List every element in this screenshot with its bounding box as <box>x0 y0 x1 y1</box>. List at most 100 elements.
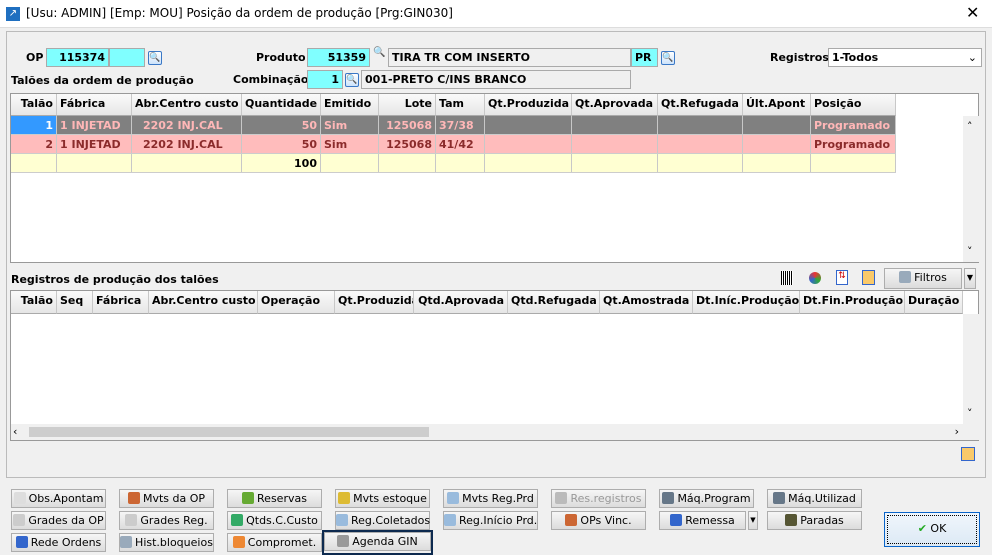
ok-label: OK <box>930 522 947 535</box>
column-header[interactable]: Qt.Amostrada <box>600 291 693 314</box>
table-cell <box>658 154 743 172</box>
table-cell: 2202 INJ.CAL <box>132 116 242 134</box>
button-icon <box>670 514 683 526</box>
column-header[interactable]: Abr.Centro custo <box>149 291 258 314</box>
taloes-scrollbar[interactable]: ˄ ˅ <box>963 116 979 262</box>
remessa-button[interactable]: Remessa <box>659 511 746 530</box>
registros-select[interactable]: 1-Todos ⌄ <box>828 48 982 67</box>
grades-reg-button[interactable]: Grades Reg. <box>119 511 214 530</box>
column-header[interactable]: Dt.Iníc.Produção <box>693 291 800 314</box>
column-header[interactable]: Qt.Produzida <box>335 291 414 314</box>
filtros-dropdown[interactable]: ▼ <box>964 268 976 289</box>
hist-bloqueios-button[interactable]: Hist.bloqueios <box>119 533 214 552</box>
button-icon <box>231 514 244 526</box>
sort-icon[interactable]: ⇅ <box>836 270 848 285</box>
column-header[interactable]: Talão <box>11 94 57 116</box>
button-icon <box>447 492 460 504</box>
window-title: [Usu: ADMIN] [Emp: MOU] Posição da ordem… <box>26 6 453 20</box>
registros-title: Registros de produção dos talões <box>11 273 219 286</box>
column-header[interactable]: Abr.Centro custo <box>132 94 242 116</box>
scroll-down-icon[interactable]: ˅ <box>967 245 973 258</box>
column-header[interactable]: Operação <box>258 291 335 314</box>
table-cell <box>743 116 811 134</box>
ok-button[interactable]: ✔ OK <box>884 512 980 547</box>
scroll-up-icon[interactable]: ˄ <box>967 120 973 133</box>
colors-icon[interactable] <box>809 272 821 284</box>
obs-apontam-button[interactable]: Obs.Apontam <box>11 489 106 508</box>
column-header[interactable]: Dt.Fin.Produção <box>800 291 905 314</box>
suffix-search-icon[interactable]: 🔍 <box>661 51 675 65</box>
registros-vscroll[interactable]: ˅ <box>963 314 979 440</box>
m-q-program-button[interactable]: Máq.Program <box>659 489 754 508</box>
column-header[interactable]: Últ.Apont <box>743 94 811 116</box>
mvts-reg-prd-button[interactable]: Mvts Reg.Prd <box>443 489 538 508</box>
scroll-right-icon[interactable]: › <box>955 425 959 438</box>
column-header[interactable]: Qt.Aprovada <box>572 94 658 116</box>
column-header[interactable]: Fábrica <box>93 291 149 314</box>
button-icon <box>444 514 456 526</box>
column-header[interactable]: Posição <box>811 94 896 116</box>
column-header[interactable]: Tam <box>436 94 485 116</box>
hscroll-thumb[interactable] <box>29 427 429 437</box>
column-header[interactable]: Duração <box>905 291 963 314</box>
button-label: Grades Reg. <box>140 514 208 527</box>
button-label: Reg.Início Prd. <box>459 514 538 527</box>
produto-suffix-field[interactable]: PR <box>631 48 658 67</box>
table-row[interactable]: 11 INJETAD 2202 INJ.CAL 50 Sim 125068 37/38 Pr… <box>11 116 896 135</box>
column-header[interactable]: Qt.Produzida <box>485 94 572 116</box>
button-label: Paradas <box>800 514 844 527</box>
table-row[interactable]: 21 INJETAD 2202 INJ.CAL 50 Sim 125068 41/42 Pr… <box>11 135 896 154</box>
mvts-da-op-button[interactable]: Mvts da OP <box>119 489 214 508</box>
registros-hscroll[interactable]: ‹ › <box>11 424 963 440</box>
column-header[interactable]: Qtd.Aprovada <box>414 291 508 314</box>
column-header[interactable]: Fábrica <box>57 94 132 116</box>
op-extra-field[interactable] <box>109 48 145 67</box>
close-button[interactable]: ✕ <box>966 3 979 22</box>
reservas-button[interactable]: Reservas <box>227 489 322 508</box>
mvts-estoque-button[interactable]: Mvts estoque <box>335 489 430 508</box>
table-cell <box>572 116 658 134</box>
combinacao-code-field[interactable]: 1 <box>307 70 343 89</box>
filtros-button[interactable]: Filtros <box>884 268 962 289</box>
op-search-icon[interactable]: 🔍 <box>148 51 162 65</box>
column-header[interactable]: Qt.Refugada <box>658 94 743 116</box>
barcode-icon[interactable] <box>781 271 793 285</box>
ops-vinc-button[interactable]: OPs Vinc. <box>551 511 646 530</box>
column-header[interactable]: Lote <box>379 94 436 116</box>
reg-coletados-button[interactable]: Reg.Coletados <box>335 511 430 530</box>
column-header[interactable]: Quantidade <box>242 94 321 116</box>
rede-ordens-button[interactable]: Rede Ordens <box>11 533 106 552</box>
export-icon[interactable] <box>862 270 875 285</box>
export-icon[interactable] <box>961 447 975 461</box>
grades-da-op-button[interactable]: Grades da OP <box>11 511 106 530</box>
compromet-button[interactable]: Compromet. <box>227 533 322 552</box>
total-row[interactable]: 100 <box>11 154 896 173</box>
column-header[interactable]: Emitido <box>321 94 379 116</box>
remessa-dropdown[interactable]: ▼ <box>748 511 758 530</box>
registros-label: Registros <box>770 51 829 64</box>
op-label: OP <box>26 51 44 64</box>
res-registros-button[interactable]: Res.registros <box>551 489 646 508</box>
table-cell <box>321 154 379 172</box>
button-icon <box>127 492 140 504</box>
qtds-c-custo-button[interactable]: Qtds.C.Custo <box>227 511 322 530</box>
taloes-grid[interactable]: Talão Fábrica Abr.Centro custo Quantidade Em… <box>10 93 979 263</box>
column-header[interactable]: Talão <box>11 291 57 314</box>
button-label: OPs Vinc. <box>580 514 632 527</box>
table-cell <box>485 116 572 134</box>
registros-grid[interactable]: Talão Seq Fábrica Abr.Centro custo Operação Q… <box>10 290 979 441</box>
taloes-header: Talão Fábrica Abr.Centro custo Quantidade Em… <box>11 94 897 116</box>
reg-in-cio-prd-button[interactable]: Reg.Início Prd. <box>443 511 538 530</box>
produto-code-field[interactable]: 51359 <box>307 48 370 67</box>
op-field[interactable]: 115374 <box>46 48 109 67</box>
column-header[interactable]: Qtd.Refugada <box>508 291 600 314</box>
paradas-button[interactable]: Paradas <box>767 511 862 530</box>
scroll-left-icon[interactable]: ‹ <box>13 425 17 438</box>
combinacao-search-icon[interactable]: 🔍 <box>345 73 359 87</box>
table-cell <box>743 154 811 172</box>
column-header[interactable]: Seq <box>57 291 93 314</box>
scroll-down-icon[interactable]: ˅ <box>967 407 973 420</box>
produto-search-icon[interactable]: 🔍 <box>373 47 385 58</box>
table-cell: 125068 <box>379 135 436 153</box>
m-q-utilizad-button[interactable]: Máq.Utilizad <box>767 489 862 508</box>
